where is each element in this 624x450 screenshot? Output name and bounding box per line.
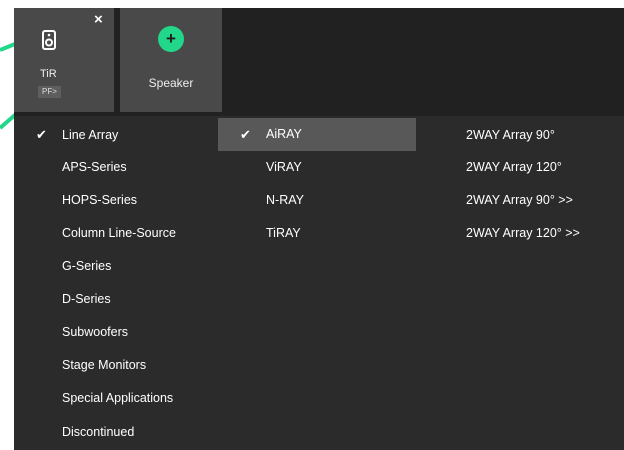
series-label: D-Series xyxy=(62,292,111,306)
variant-item-2way-120-more[interactable]: 2WAY Array 120° >> xyxy=(454,218,624,248)
model-label: TiRAY xyxy=(266,226,301,240)
speaker-icon xyxy=(42,30,56,50)
model-item-tiray[interactable]: TiRAY xyxy=(218,218,416,248)
series-label: HOPS-Series xyxy=(62,193,138,207)
check-icon: ✔ xyxy=(240,127,251,142)
tile-label-tir: TiR xyxy=(40,68,57,80)
model-item-airay[interactable]: ✔ AiRAY xyxy=(218,118,416,151)
series-label: Special Applications xyxy=(62,391,174,405)
series-item-hops-series[interactable]: HOPS-Series xyxy=(14,185,214,215)
series-item-g-series[interactable]: G-Series xyxy=(14,251,214,281)
speaker-selector-panel: × TiR PF> + Speaker ✔ Line Array APS-Ser… xyxy=(14,8,624,450)
speaker-tile-tir[interactable]: × TiR PF> xyxy=(14,8,114,112)
variant-label: 2WAY Array 90° xyxy=(466,128,555,142)
speaker-tile-bar: × TiR PF> + Speaker xyxy=(14,8,624,116)
variant-item-2way-90-more[interactable]: 2WAY Array 90° >> xyxy=(454,185,624,215)
variant-item-2way-90[interactable]: 2WAY Array 90° xyxy=(454,120,624,150)
series-item-aps-series[interactable]: APS-Series xyxy=(14,152,214,182)
model-label: N-RAY xyxy=(266,193,304,207)
series-label: APS-Series xyxy=(62,160,127,174)
model-item-n-ray[interactable]: N-RAY xyxy=(218,185,416,215)
series-item-discontinued[interactable]: Discontinued xyxy=(14,417,214,447)
series-label: Column Line-Source xyxy=(62,226,176,240)
model-label: ViRAY xyxy=(266,160,302,174)
series-item-d-series[interactable]: D-Series xyxy=(14,284,214,314)
series-label: Subwoofers xyxy=(62,325,129,339)
series-item-special-applications[interactable]: Special Applications xyxy=(14,383,214,413)
check-icon: ✔ xyxy=(36,127,47,142)
series-label: Line Array xyxy=(62,128,119,142)
series-label: Stage Monitors xyxy=(62,358,147,372)
add-icon: + xyxy=(158,26,184,52)
variant-label: 2WAY Array 90° >> xyxy=(466,193,573,207)
series-item-stage-monitors[interactable]: Stage Monitors xyxy=(14,350,214,380)
pf-badge[interactable]: PF> xyxy=(38,86,61,98)
close-icon[interactable]: × xyxy=(94,12,103,27)
model-label: AiRAY xyxy=(266,127,302,141)
series-label: G-Series xyxy=(62,259,112,273)
add-speaker-tile[interactable]: + Speaker xyxy=(120,8,222,112)
tile-label-speaker: Speaker xyxy=(148,76,194,90)
series-item-line-array[interactable]: ✔ Line Array xyxy=(14,120,214,150)
variant-label: 2WAY Array 120° xyxy=(466,160,562,174)
model-item-viray[interactable]: ViRAY xyxy=(218,152,416,182)
variant-item-2way-120[interactable]: 2WAY Array 120° xyxy=(454,152,624,182)
series-item-column-line-source[interactable]: Column Line-Source xyxy=(14,218,214,248)
series-item-subwoofers[interactable]: Subwoofers xyxy=(14,317,214,347)
series-label: Discontinued xyxy=(62,425,135,439)
variant-label: 2WAY Array 120° >> xyxy=(466,226,580,240)
